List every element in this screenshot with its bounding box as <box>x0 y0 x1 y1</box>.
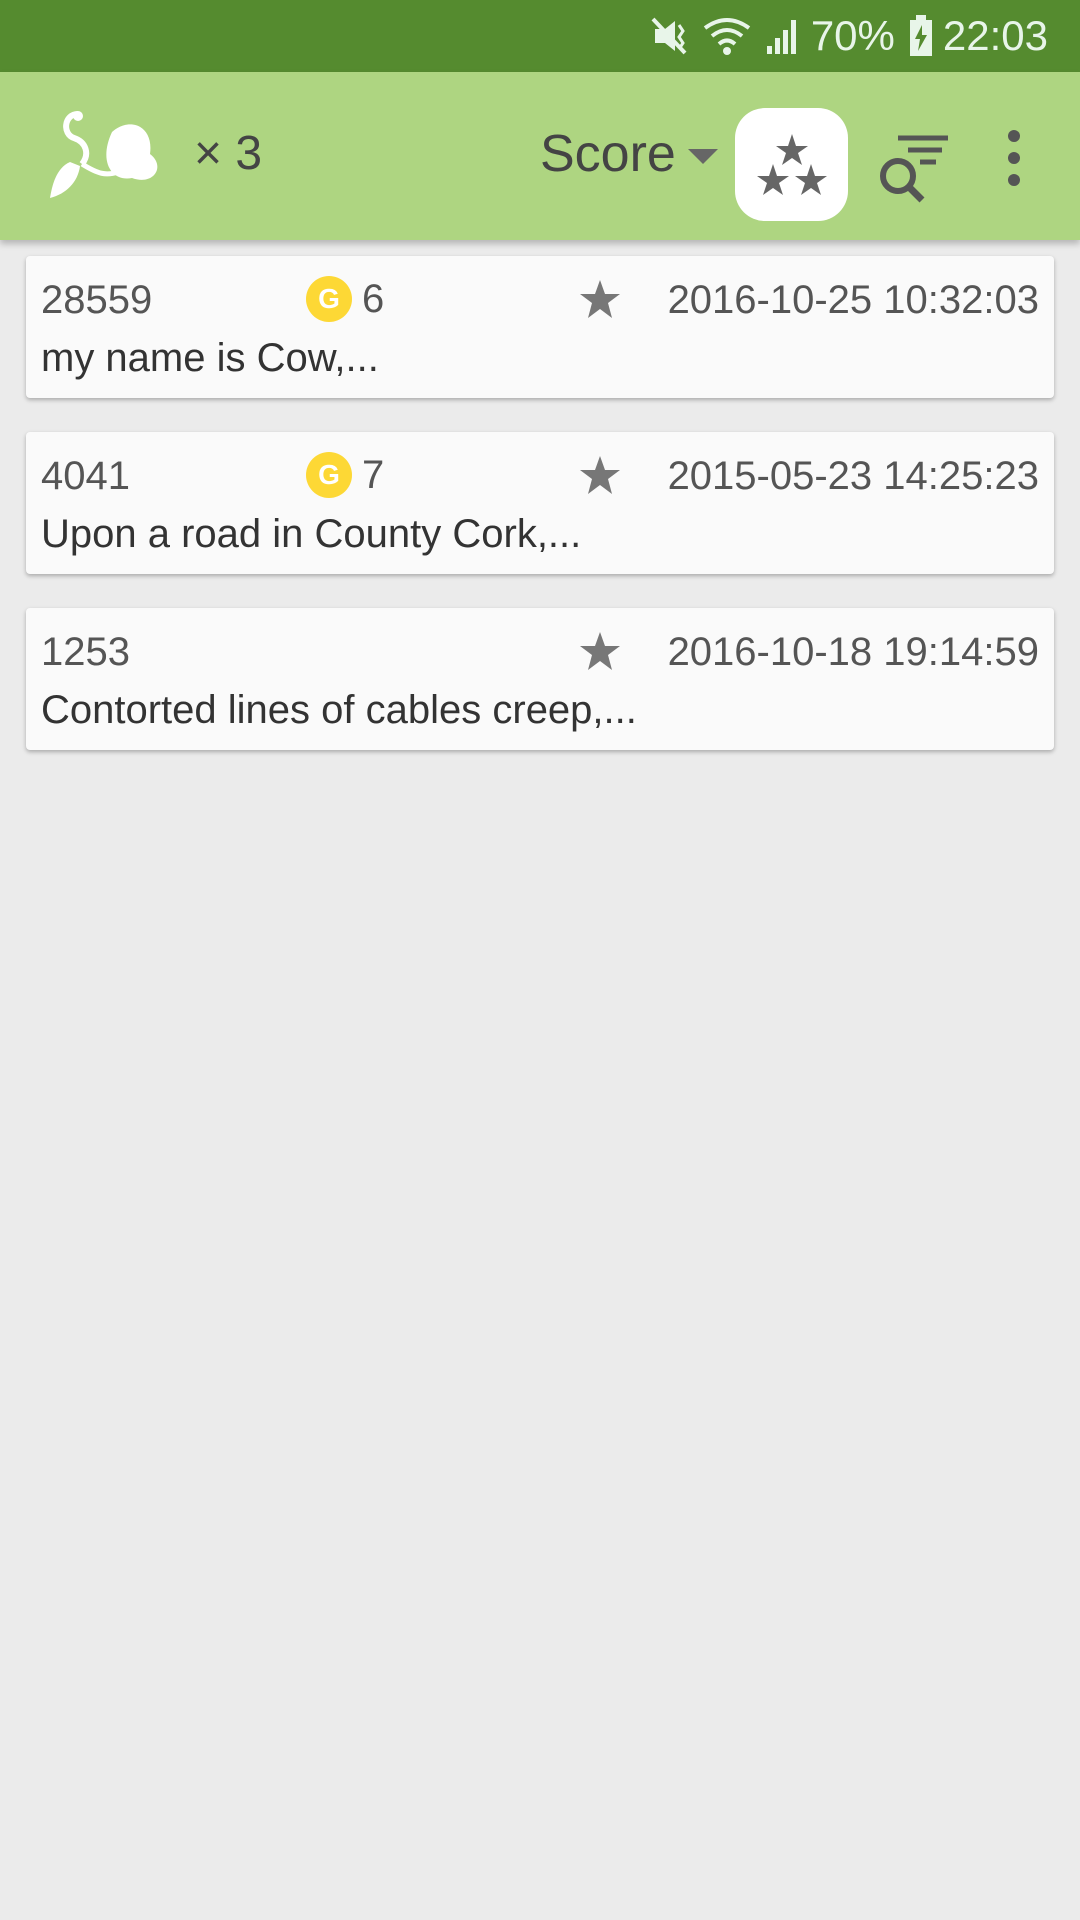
more-vert-dot <box>1008 152 1020 164</box>
sort-dropdown-label: Score <box>540 125 676 183</box>
gold-badge: G 7 <box>306 452 384 498</box>
post-date: 2016-10-18 19:14:59 <box>667 630 1039 674</box>
post-preview: my name is Cow,... <box>41 336 379 380</box>
star-icon[interactable] <box>578 630 622 674</box>
three-stars-icon <box>756 133 827 195</box>
battery-charging-icon <box>909 15 933 57</box>
battery-percent: 70% <box>810 12 895 59</box>
gold-coin-icon: G <box>306 276 352 322</box>
post-preview: Upon a road in County Cork,... <box>41 512 582 556</box>
post-count-label: × 3 <box>194 127 263 180</box>
status-time: 22:03 <box>942 12 1048 59</box>
sort-dropdown[interactable]: Score <box>540 122 718 186</box>
post-id: 28559 <box>41 278 153 322</box>
star-icon[interactable] <box>578 454 622 498</box>
mute-vibrate-icon <box>649 15 689 57</box>
gold-count: 6 <box>362 276 385 321</box>
star-icon[interactable] <box>578 278 622 322</box>
app-bar: × 3 Score <box>0 72 1080 240</box>
search-filter-button[interactable] <box>872 128 952 208</box>
gold-count: 7 <box>362 452 385 497</box>
favorites-filter-button[interactable] <box>735 108 848 221</box>
post-card[interactable]: 4041 G 7 2015-05-23 14:25:23 Upon a road… <box>26 432 1054 574</box>
more-vert-icon <box>1008 130 1020 142</box>
post-card[interactable]: 1253 2016-10-18 19:14:59 Contorted lines… <box>26 608 1054 750</box>
post-card[interactable]: 28559 G 6 2016-10-25 10:32:03 my name is… <box>26 256 1054 398</box>
more-vert-dot <box>1008 174 1020 186</box>
post-id: 1253 <box>41 630 130 674</box>
signal-icon <box>765 16 801 56</box>
gold-badge: G 6 <box>306 276 384 322</box>
post-date: 2015-05-23 14:25:23 <box>667 454 1039 498</box>
wifi-icon <box>703 16 751 56</box>
more-options-button[interactable] <box>996 126 1032 190</box>
post-preview: Contorted lines of cables creep,... <box>41 688 637 732</box>
app-logo-icon <box>42 102 170 212</box>
post-date: 2016-10-25 10:32:03 <box>667 278 1039 322</box>
caret-down-icon <box>687 148 718 164</box>
gold-coin-icon: G <box>306 452 352 498</box>
post-id: 4041 <box>41 454 130 498</box>
search-filter-icon <box>880 135 948 203</box>
status-bar: 70% 22:03 <box>0 0 1080 72</box>
post-list: 28559 G 6 2016-10-25 10:32:03 my name is… <box>26 256 1054 784</box>
